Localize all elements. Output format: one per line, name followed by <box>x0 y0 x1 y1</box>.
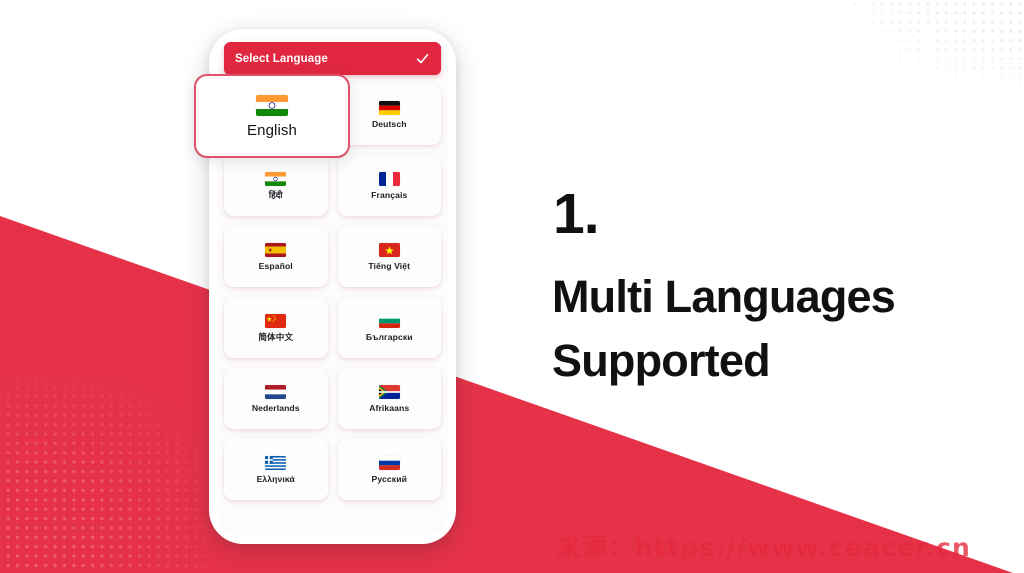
language-card-afrikaans[interactable]: Afrikaans <box>337 368 441 429</box>
language-card-nederlands[interactable]: Nederlands <box>224 368 328 429</box>
language-card-bulgarian[interactable]: Български <box>337 297 441 358</box>
feature-title: Multi Languages Supported <box>552 271 896 386</box>
flag-france-icon <box>378 171 400 186</box>
slide-canvas: Select Language Deutsch हिंदी Français E… <box>0 0 1024 573</box>
language-label: Français <box>371 189 408 200</box>
language-label: Español <box>258 260 293 271</box>
app-bar: Select Language <box>224 42 441 75</box>
feature-number: 1. <box>553 182 600 246</box>
language-label: Tiếng Việt <box>368 260 411 271</box>
dot-pattern-bottom-left-icon <box>0 373 209 573</box>
flag-bulgaria-icon <box>378 313 400 328</box>
flag-greece-icon <box>265 455 287 470</box>
language-card-greek[interactable]: Ελληνικά <box>224 439 328 500</box>
flag-russia-icon <box>378 455 400 470</box>
language-label: 简体中文 <box>258 331 294 342</box>
language-label: Ελληνικά <box>256 473 295 484</box>
flag-china-icon <box>265 313 287 328</box>
language-card-tieng-viet[interactable]: Tiếng Việt <box>337 226 441 287</box>
language-card-hindi[interactable]: हिंदी <box>224 155 328 216</box>
language-card-espanol[interactable]: Español <box>224 226 328 287</box>
language-label: Русский <box>371 473 407 484</box>
app-bar-title: Select Language <box>235 52 328 65</box>
language-card-english-selected[interactable]: English <box>194 74 350 158</box>
flag-india-icon <box>265 171 287 186</box>
language-label: हिंदी <box>268 189 283 200</box>
flag-netherlands-icon <box>265 384 287 399</box>
flag-germany-icon <box>378 100 400 115</box>
check-icon[interactable] <box>415 51 430 66</box>
language-label: Български <box>365 331 413 342</box>
language-card-russian[interactable]: Русский <box>337 439 441 500</box>
language-card-deutsch[interactable]: Deutsch <box>337 84 441 145</box>
flag-vietnam-icon <box>378 242 400 257</box>
flag-spain-icon <box>265 242 287 257</box>
language-label: Deutsch <box>371 118 407 129</box>
language-label: English <box>247 121 297 139</box>
flag-india-icon <box>256 94 288 116</box>
dot-pattern-top-right-icon <box>804 0 1024 125</box>
language-card-francais[interactable]: Français <box>337 155 441 216</box>
flag-southafrica-icon <box>378 384 400 399</box>
language-label: Nederlands <box>251 402 300 413</box>
source-watermark: 来源：https://www.ceacer.cn <box>556 533 972 562</box>
language-card-chinese-simplified[interactable]: 简体中文 <box>224 297 328 358</box>
language-label: Afrikaans <box>369 402 410 413</box>
